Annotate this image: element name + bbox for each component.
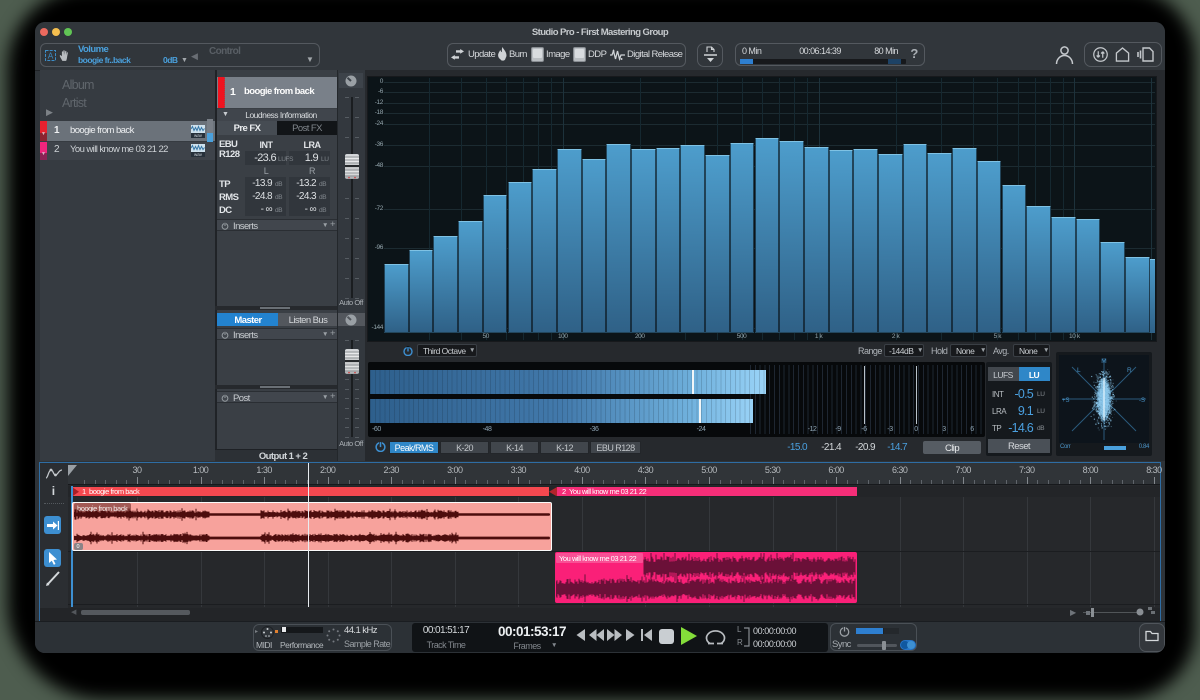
svg-text:+S: +S xyxy=(1062,398,1070,404)
svg-text:L: L xyxy=(1077,367,1081,374)
svg-text:-S: -S xyxy=(1139,398,1145,404)
svg-text:wav: wav xyxy=(194,133,203,138)
svg-text:A: A xyxy=(48,52,54,61)
svg-text:M: M xyxy=(1101,358,1106,365)
svg-text:R: R xyxy=(1127,367,1132,374)
svg-text:wav: wav xyxy=(194,152,203,157)
